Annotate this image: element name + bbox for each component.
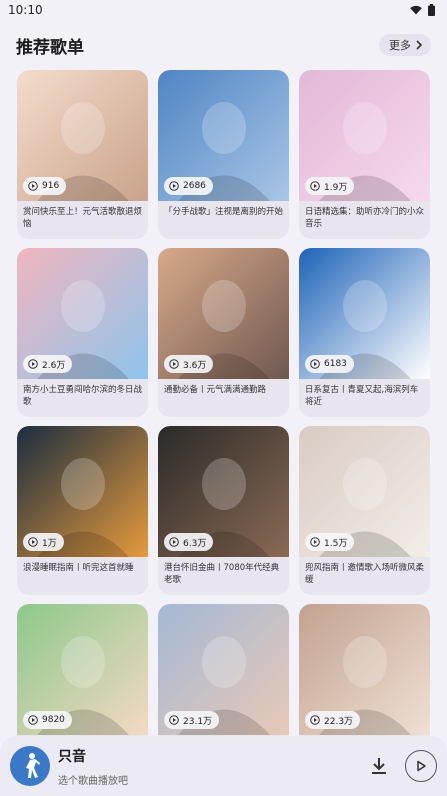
play-count: 6.3万	[183, 538, 207, 549]
play-count-badge: 916	[23, 177, 67, 195]
playlist-title: 「分手战歌」注视是离别的开始	[164, 207, 284, 217]
more-label: 更多	[389, 39, 411, 52]
playlist-title: 日语精选集：助听亦冷门的小众音乐	[305, 207, 425, 229]
play-count: 6183	[324, 359, 347, 369]
playlist-title: 兜风指南丨邀情歌入场听微风柔缓	[305, 563, 425, 585]
playlist-card[interactable]: 916 赏问快乐至上！元气活歌散退烦恼	[17, 70, 148, 239]
play-circle-icon	[28, 715, 38, 725]
play-count-badge: 3.6万	[164, 355, 214, 373]
playlist-card[interactable]: 2686 「分手战歌」注视是离别的开始	[158, 70, 289, 239]
status-icons	[410, 4, 435, 16]
chevron-right-icon	[416, 40, 423, 50]
play-count: 22.3万	[324, 716, 354, 727]
play-count: 23.1万	[183, 716, 213, 727]
playlist-title: 赏问快乐至上！元气活歌散退烦恼	[23, 207, 143, 229]
playlist-card[interactable]: 1.9万日语精选集：助听亦冷门的小众音乐	[299, 70, 430, 239]
play-circle-icon	[310, 537, 320, 547]
playlist-cover-image: 23.1万	[158, 604, 289, 735]
play-count-badge: 2.6万	[23, 355, 73, 373]
playlist-card[interactable]: 3.6万通勤必备丨元气满满通勤路	[158, 248, 289, 417]
more-button[interactable]: 更多	[379, 34, 431, 56]
playlist-cover-image: 916	[17, 70, 148, 201]
playlist-cover-image: 3.6万	[158, 248, 289, 379]
playlist-card[interactable]: 6.3万港台怀旧金曲丨7080年代经典老歌	[158, 426, 289, 595]
play-count: 9820	[42, 715, 65, 725]
play-count-badge: 9820	[23, 711, 72, 729]
playlist-cover-image: 2686	[158, 70, 289, 201]
playlist-card[interactable]: 1万浪漫睡眠指南丨听完这首就睡	[17, 426, 148, 595]
play-count: 1万	[42, 538, 57, 549]
play-circle-icon	[28, 537, 38, 547]
playlist-card[interactable]: 2.6万南方小土豆勇闯哈尔滨的冬日战歌	[17, 248, 148, 417]
playlist-cover-image: 9820	[17, 604, 148, 735]
playlist-cover-image: 1万	[17, 426, 148, 557]
playlist-cover-image: 1.5万	[299, 426, 430, 557]
playlist-title: 港台怀旧金曲丨7080年代经典老歌	[164, 563, 280, 585]
play-count-badge: 6.3万	[164, 533, 214, 551]
playlist-title: 南方小土豆勇闯哈尔滨的冬日战歌	[23, 385, 143, 407]
player-info: 只音 选个歌曲播放吧	[58, 746, 367, 787]
playlist-cover-image: 1.9万	[299, 70, 430, 201]
playlist-title: 浪漫睡眠指南丨听完这首就睡	[23, 563, 134, 573]
player-hint: 选个歌曲播放吧	[58, 775, 128, 787]
play-count: 1.5万	[324, 538, 348, 549]
play-count: 3.6万	[183, 360, 207, 371]
play-count-badge: 2686	[164, 177, 213, 195]
play-circle-icon	[310, 181, 320, 191]
status-time: 10:10	[8, 3, 43, 17]
play-circle-icon	[169, 715, 179, 725]
play-circle-icon	[28, 181, 38, 191]
play-count-badge: 1.5万	[305, 533, 355, 551]
play-circle-icon	[310, 715, 320, 725]
play-circle-icon	[28, 359, 38, 369]
play-count: 916	[42, 181, 60, 191]
section-header: 推荐歌单 更多	[0, 30, 447, 60]
play-count-badge: 22.3万	[305, 711, 361, 729]
player-app-name: 只音	[58, 748, 86, 765]
playlist-cover-image: 2.6万	[17, 248, 148, 379]
play-circle-icon	[169, 537, 179, 547]
playlist-cover-image: 22.3万	[299, 604, 430, 735]
battery-icon	[428, 4, 435, 16]
download-icon[interactable]	[367, 754, 391, 778]
play-button[interactable]	[405, 750, 437, 782]
play-count-badge: 1万	[23, 533, 64, 551]
playlist-title: 日系复古丨青夏又起,海滨列车将近	[305, 385, 419, 407]
mini-player[interactable]: 只音 选个歌曲播放吧	[0, 736, 447, 796]
playlist-title: 通勤必备丨元气满满通勤路	[164, 385, 267, 395]
play-count-badge: 23.1万	[164, 711, 220, 729]
play-count: 2686	[183, 181, 206, 191]
dancer-icon	[26, 753, 40, 778]
play-icon	[417, 760, 426, 772]
play-count-badge: 6183	[305, 355, 354, 373]
play-count: 1.9万	[324, 182, 348, 193]
app-logo	[10, 746, 50, 786]
playlist-cover-image: 6183	[299, 248, 430, 379]
play-circle-icon	[310, 359, 320, 369]
play-circle-icon	[169, 359, 179, 369]
playlist-card[interactable]: 1.5万兜风指南丨邀情歌入场听微风柔缓	[299, 426, 430, 595]
wifi-icon	[410, 5, 422, 15]
play-count-badge: 1.9万	[305, 177, 355, 195]
section-title: 推荐歌单	[16, 37, 84, 58]
playlist-cover-image: 6.3万	[158, 426, 289, 557]
playlist-card[interactable]: 6183 日系复古丨青夏又起,海滨列车将近	[299, 248, 430, 417]
playlist-grid: 916 赏问快乐至上！元气活歌散退烦恼 2686 「分手战歌」注视是离别的开始 1.9万…	[17, 70, 431, 773]
play-circle-icon	[169, 181, 179, 191]
play-count: 2.6万	[42, 360, 66, 371]
status-bar: 10:10	[0, 0, 447, 20]
